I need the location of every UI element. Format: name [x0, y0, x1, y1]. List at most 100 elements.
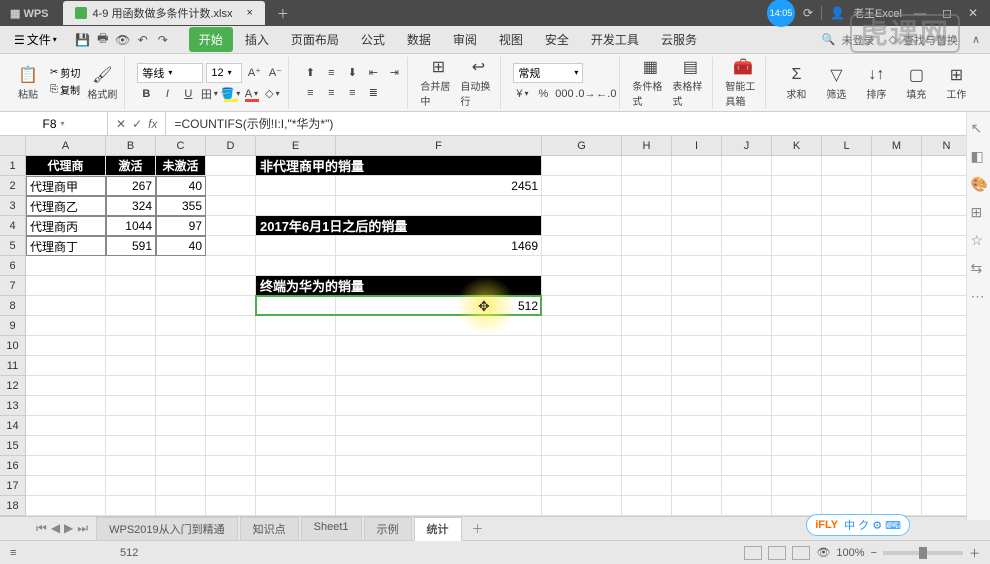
col-header-A[interactable]: A [26, 136, 106, 155]
sheet-tab-0[interactable]: WPS2019从入门到精通 [96, 517, 238, 541]
clear-format-button[interactable]: ◇ [263, 85, 281, 103]
underline-button[interactable]: U [179, 85, 197, 103]
row-header-8[interactable]: 8 [0, 296, 26, 316]
block-header-2[interactable]: 终端为华为的销量 [256, 276, 542, 296]
row-header-13[interactable]: 13 [0, 396, 26, 416]
row-header-6[interactable]: 6 [0, 256, 26, 276]
row-header-11[interactable]: 11 [0, 356, 26, 376]
next-sheet-icon[interactable]: ▶ [64, 521, 73, 536]
italic-button[interactable]: I [158, 85, 176, 103]
print-icon[interactable]: 🖶 [95, 32, 111, 48]
table1-header-1[interactable]: 激活 [106, 156, 156, 176]
row-header-7[interactable]: 7 [0, 276, 26, 296]
block-header-1[interactable]: 2017年6月1日之后的销量 [256, 216, 542, 236]
page-break-view-icon[interactable] [792, 546, 810, 560]
preview-icon[interactable]: 👁 [115, 32, 131, 48]
row-header-12[interactable]: 12 [0, 376, 26, 396]
col-header-E[interactable]: E [256, 136, 336, 155]
sheet-tab-1[interactable]: 知识点 [240, 517, 299, 541]
col-header-M[interactable]: M [872, 136, 922, 155]
menu-tab-9[interactable]: 云服务 [651, 27, 707, 52]
fill-color-button[interactable]: 🪣 [221, 85, 239, 103]
align-middle-icon[interactable]: ≡ [322, 64, 340, 82]
close-tab-icon[interactable]: × [246, 7, 252, 19]
col-header-D[interactable]: D [206, 136, 256, 155]
style-icon[interactable]: 🎨 [971, 176, 987, 192]
zoom-out-button[interactable]: − [871, 547, 877, 559]
menu-tab-8[interactable]: 开发工具 [581, 27, 649, 52]
more-icon[interactable]: ⋯ [971, 288, 987, 304]
table1-cell-2-2[interactable]: 97 [156, 216, 206, 236]
row-header-15[interactable]: 15 [0, 436, 26, 456]
first-sheet-icon[interactable]: ⏮ [36, 521, 47, 536]
menu-tab-6[interactable]: 视图 [489, 27, 533, 52]
menu-tab-7[interactable]: 安全 [535, 27, 579, 52]
share-icon[interactable]: ⇆ [971, 260, 987, 276]
name-box[interactable]: F8▾ [0, 112, 108, 135]
row-header-1[interactable]: 1 [0, 156, 26, 176]
font-size-select[interactable]: 12▾ [206, 63, 242, 83]
table1-header-2[interactable]: 未激活 [156, 156, 206, 176]
favorite-icon[interactable]: ☆ [971, 232, 987, 248]
fill-button[interactable]: ▢填充 [898, 65, 934, 101]
align-right-icon[interactable]: ≡ [343, 84, 361, 102]
file-menu[interactable]: ☰ 文件 ▾ [4, 29, 67, 50]
add-sheet-button[interactable]: ＋ [464, 520, 492, 537]
sheet-tab-4[interactable]: 统计 [414, 517, 462, 541]
row-header-17[interactable]: 17 [0, 476, 26, 496]
page-layout-view-icon[interactable] [768, 546, 786, 560]
align-left-icon[interactable]: ≡ [301, 84, 319, 102]
block-value-2[interactable]: 512 [336, 296, 542, 316]
sync-icon[interactable]: ⟳ [803, 6, 813, 20]
menu-tab-5[interactable]: 审阅 [443, 27, 487, 52]
table1-cell-1-1[interactable]: 324 [106, 196, 156, 216]
filter-button[interactable]: ▽筛选 [818, 65, 854, 101]
task-pane-icon[interactable]: ◧ [971, 148, 987, 164]
row-header-14[interactable]: 14 [0, 416, 26, 436]
wrap-button[interactable]: ↩自动换行 [460, 57, 496, 108]
table1-cell-3-2[interactable]: 40 [156, 236, 206, 256]
menu-tab-3[interactable]: 公式 [351, 27, 395, 52]
ime-bubble[interactable]: iFLY 中 ク ⚙ ⌨ [806, 514, 910, 536]
zoom-label[interactable]: 100% [836, 547, 864, 559]
maximize-button[interactable]: ◻ [938, 4, 956, 22]
col-header-B[interactable]: B [106, 136, 156, 155]
indent-left-icon[interactable]: ⇤ [364, 64, 382, 82]
select-all-corner[interactable] [0, 136, 26, 155]
format-painter-button[interactable]: 🖌格式刷 [84, 65, 120, 101]
increase-font-icon[interactable]: A⁺ [245, 64, 263, 82]
close-button[interactable]: ✕ [964, 4, 982, 22]
align-bottom-icon[interactable]: ⬇ [343, 64, 361, 82]
currency-icon[interactable]: ¥ [513, 85, 531, 103]
grid[interactable]: 代理商激活未激活代理商甲26740代理商乙324355代理商丙104497代理商… [26, 156, 990, 516]
redo-icon[interactable]: ↷ [155, 32, 171, 48]
col-header-L[interactable]: L [822, 136, 872, 155]
clock-badge[interactable]: 14:05 [767, 0, 795, 27]
menu-tab-4[interactable]: 数据 [397, 27, 441, 52]
prev-sheet-icon[interactable]: ◀ [51, 521, 60, 536]
minimize-button[interactable]: — [910, 4, 930, 22]
last-sheet-icon[interactable]: ⏭ [77, 521, 88, 536]
col-header-I[interactable]: I [672, 136, 722, 155]
undo-icon[interactable]: ↶ [135, 32, 151, 48]
col-header-C[interactable]: C [156, 136, 206, 155]
align-center-icon[interactable]: ≡ [322, 84, 340, 102]
row-header-5[interactable]: 5 [0, 236, 26, 256]
cancel-formula-icon[interactable]: ✕ [116, 117, 126, 131]
increase-decimal-icon[interactable]: .0→ [576, 85, 594, 103]
merge-button[interactable]: ⊞合并居中 [420, 57, 456, 108]
block-value-0[interactable]: 2451 [336, 176, 542, 196]
percent-icon[interactable]: % [534, 85, 552, 103]
align-top-icon[interactable]: ⬆ [301, 64, 319, 82]
font-color-button[interactable]: A [242, 85, 260, 103]
table1-cell-0-0[interactable]: 代理商甲 [26, 176, 106, 196]
formula-input[interactable]: =COUNTIFS(示例!I:I,"*华为*") [166, 113, 990, 134]
table1-cell-1-0[interactable]: 代理商乙 [26, 196, 106, 216]
normal-view-icon[interactable] [744, 546, 762, 560]
decrease-font-icon[interactable]: A⁻ [266, 64, 284, 82]
table1-cell-2-1[interactable]: 1044 [106, 216, 156, 236]
menu-tab-0[interactable]: 开始 [189, 27, 233, 52]
col-header-G[interactable]: G [542, 136, 622, 155]
accept-formula-icon[interactable]: ✓ [132, 117, 142, 131]
sheet-menu-icon[interactable]: ≡ [10, 547, 16, 559]
